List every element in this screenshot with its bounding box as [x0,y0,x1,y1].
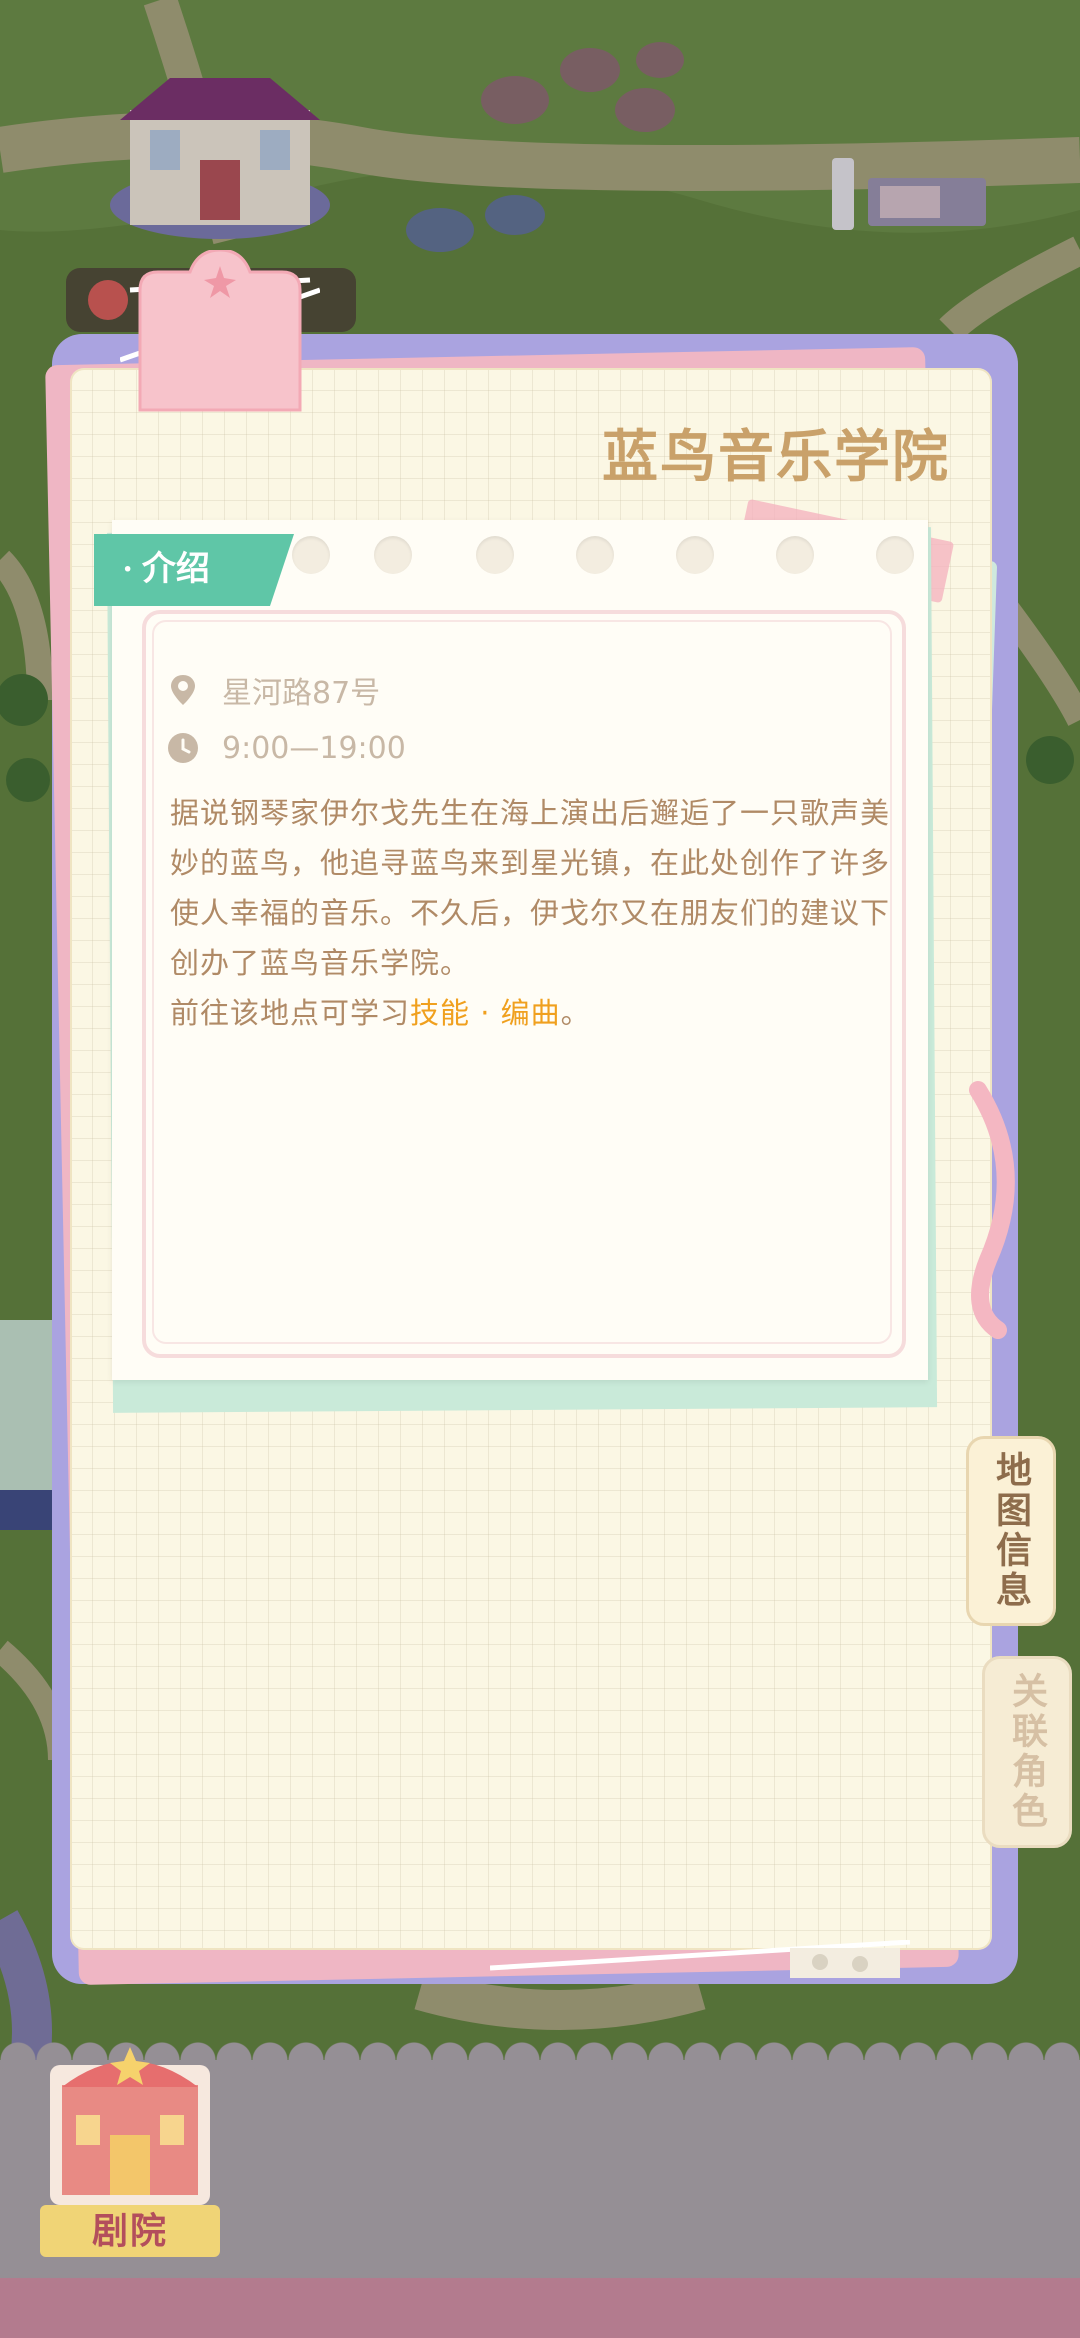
hours-text: 9:00—19:00 [222,730,406,766]
tab-map-info[interactable]: 地图信息 [966,1436,1056,1626]
learn-prefix: 前往该地点可学习 [170,996,411,1030]
clock-icon [168,733,198,763]
learn-skill-link[interactable]: 技能 · 编曲 [410,996,561,1030]
learn-suffix: 。 [560,996,591,1030]
location-title: 蓝鸟音乐学院 [602,427,950,489]
torn-tape-decoration [490,1940,910,1978]
hanging-tag-decoration [120,250,320,412]
location-pin-icon [171,675,195,705]
description-text: 据说钢琴家伊尔戈先生在海上演出后邂逅了一只歌声美妙的蓝鸟，他追寻蓝鸟来到星光镇，… [170,796,891,980]
intro-section-tab: · 介绍 [94,534,294,606]
ribbon-decoration [969,1081,1015,1339]
address-text: 星河路87号 [222,676,381,711]
hours-row: 9:00—19:00 [166,724,406,772]
theater-label[interactable]: 剧院 [40,2205,220,2257]
location-description: 据说钢琴家伊尔戈先生在海上演出后邂逅了一只歌声美妙的蓝鸟，他追寻蓝鸟来到星光镇，… [170,788,910,1038]
address-row: 星河路87号 [166,666,380,714]
tab-related-roles[interactable]: 关联角色 [982,1656,1072,1848]
